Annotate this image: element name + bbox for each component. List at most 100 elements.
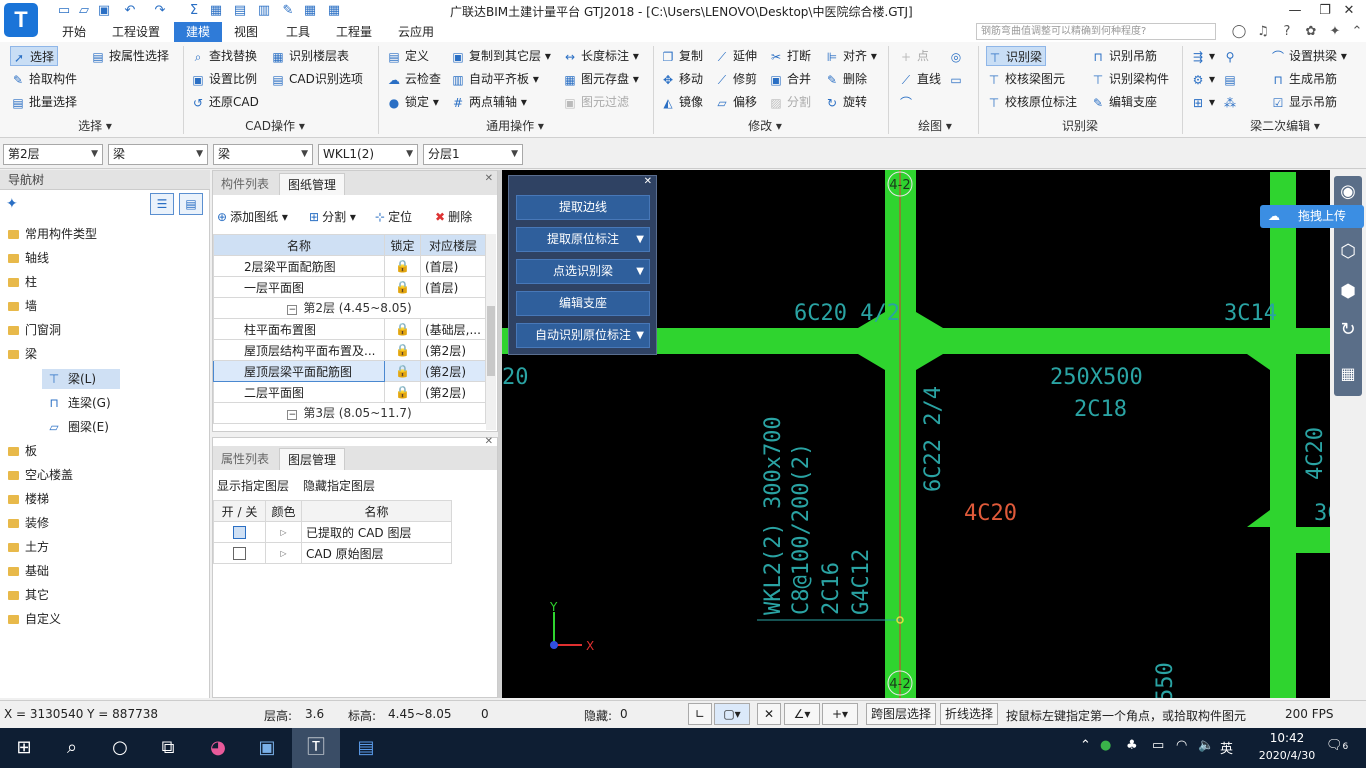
volume-icon[interactable]: 🔈 [1198, 738, 1214, 753]
delete-drawing-button[interactable]: ✖ 删除 [435, 207, 472, 227]
sum-icon[interactable]: Σ [186, 3, 202, 19]
task-view-icon[interactable]: ⧉ [144, 728, 192, 768]
tool-b-button[interactable]: ⚲ [1222, 46, 1241, 66]
snap-mode-icon[interactable]: ▢▾ [714, 703, 750, 725]
nav-item[interactable]: 梁 [8, 344, 37, 364]
generate-hanger-button[interactable]: ⊓ 生成吊筋 [1270, 69, 1337, 89]
collapse-icon[interactable]: − [287, 305, 298, 315]
circle-button[interactable]: ◎ [948, 46, 967, 66]
cad-text-6c22[interactable]: 6C22 2/4 [921, 386, 946, 492]
cortana-icon[interactable]: ○ [96, 728, 144, 768]
nav-item[interactable]: 空心楼盖 [8, 465, 73, 485]
ime-indicator[interactable]: 英 [1220, 738, 1233, 757]
recognize-hanger-button[interactable]: ⊓ 识别吊筋 [1090, 46, 1157, 66]
group-modify-label[interactable]: 修改 ▾ [735, 118, 795, 134]
check-beam-element-button[interactable]: ⊤ 校核梁图元 [986, 69, 1065, 89]
edit-support-button[interactable]: ✎ 编辑支座 [1090, 92, 1157, 112]
search-icon[interactable]: ⌕ [48, 728, 96, 768]
show-hanger-button[interactable]: ☑ 显示吊筋 [1270, 92, 1337, 112]
table-group-row[interactable]: − 第2层 (4.45~8.05) [213, 297, 486, 319]
auto-recognize-label-button[interactable]: 自动识别原位标注 ▼ [516, 323, 650, 348]
cad-text-4c20-right[interactable]: 4C20 [1303, 427, 1328, 480]
line-button[interactable]: ⟋ 直线 [898, 69, 941, 89]
table-row[interactable]: 二层平面图 🔒 (第2层) [213, 381, 486, 403]
merge-button[interactable]: ▣ 合并 [768, 69, 811, 89]
table-row[interactable]: 一层平面图 🔒 (首层) [213, 276, 486, 298]
cross-layer-select-button[interactable]: 跨图层选择 [866, 703, 937, 725]
report-icon[interactable]: ▥ [256, 3, 272, 19]
tab-component-list[interactable]: 构件列表 [213, 173, 278, 195]
pick-component-button[interactable]: ✎ 拾取构件 [10, 69, 77, 89]
nav-item[interactable]: 装修 [8, 513, 49, 533]
nav-item[interactable]: 轴线 [8, 248, 49, 268]
layer-checkbox[interactable] [233, 526, 246, 539]
cad-text-4c20[interactable]: 4C20 [964, 501, 1017, 526]
cad-text-2c18[interactable]: 2C18 [1074, 397, 1127, 422]
cad-text-wkl2[interactable]: WKL2(2) 300x700 [761, 416, 786, 615]
beam-horizontal-right[interactable] [1270, 527, 1330, 553]
show-layer-button[interactable]: 显示指定图层 [217, 476, 289, 496]
component-select[interactable]: WKL1(2) ▼ [318, 144, 418, 165]
sparkle-icon[interactable]: ✦ [6, 196, 18, 212]
recognize-floor-table-button[interactable]: ▦ 识别楼层表 [270, 46, 349, 66]
close-icon[interactable]: ✕ [485, 173, 493, 184]
table-row[interactable]: ▷ 已提取的 CAD 图层 [213, 521, 452, 543]
cad-text-3c14[interactable]: 3C14 [1224, 301, 1277, 326]
col-lock[interactable]: 锁定 [384, 234, 421, 256]
lock-icon[interactable]: 🔒 [384, 339, 421, 361]
cad-text-g4c12[interactable]: G4C12 [849, 549, 874, 615]
menu-tools[interactable]: 工具 [278, 22, 318, 42]
pen-icon[interactable]: ✎ [280, 3, 296, 19]
nav-sub-beam[interactable]: ⊤ 梁(L) [42, 369, 120, 389]
lock-icon[interactable]: 🔒 [384, 276, 421, 298]
notification-icon[interactable]: 🗨6 [1326, 738, 1348, 753]
beam-vertical-right[interactable] [1270, 172, 1296, 698]
length-dimension-button[interactable]: ↔ 长度标注 ▾ [562, 46, 639, 66]
nav-item[interactable]: 土方 [8, 537, 49, 557]
split-button[interactable]: ▨ 分割 [768, 92, 811, 112]
menu-modeling[interactable]: 建模 [174, 22, 222, 42]
find-replace-button[interactable]: ⌕ 查找替换 [190, 46, 257, 66]
group-draw-label[interactable]: 绘图 ▾ [905, 118, 965, 134]
new-file-icon[interactable]: ▭ [56, 3, 72, 19]
grid2-icon[interactable]: ▦ [326, 3, 342, 19]
nav-item[interactable]: 常用构件类型 [8, 224, 97, 244]
move-button[interactable]: ✥ 移动 [660, 69, 703, 89]
menu-quantity[interactable]: 工程量 [328, 22, 380, 42]
undo-icon[interactable]: ↶ [122, 3, 138, 19]
bell-icon[interactable]: ♫ [1254, 23, 1272, 41]
extract-edge-button[interactable]: 提取边线 [516, 195, 650, 220]
polyline-select-button[interactable]: 折线选择 [940, 703, 999, 725]
grid-icon[interactable]: ▦ [208, 3, 224, 19]
batch-select-button[interactable]: ▤ 批量选择 [10, 92, 77, 112]
rotate-view-icon[interactable]: ↻ [1334, 316, 1362, 344]
rotate-button[interactable]: ↻ 旋转 [824, 92, 867, 112]
point-button[interactable]: + 点 [898, 46, 929, 66]
layer-select[interactable]: 分层1 ▼ [423, 144, 523, 165]
user-icon[interactable]: ◯ [1230, 23, 1248, 41]
offset-button[interactable]: ▱ 偏移 [714, 92, 757, 112]
set-arch-beam-button[interactable]: ⌒ 设置拱梁 ▾ [1270, 46, 1347, 66]
lock-icon[interactable]: 🔒 [384, 318, 421, 340]
angle-icon[interactable]: ∠▾ [784, 703, 820, 725]
globe-icon[interactable]: ◉ [1334, 178, 1362, 206]
trim-button[interactable]: ⟋ 修剪 [714, 69, 757, 89]
define-button[interactable]: ▤ 定义 [386, 46, 429, 66]
lock-icon[interactable]: 🔒 [384, 381, 421, 403]
col-name[interactable]: 名称 [213, 234, 385, 256]
clock-date[interactable]: 2020/4/30 [1256, 749, 1318, 762]
nav-sub-ring-beam[interactable]: ▱ 圈梁(E) [42, 417, 109, 437]
open-folder-icon[interactable]: ▱ [76, 3, 92, 19]
other-app-icon[interactable]: ▤ [342, 728, 390, 768]
qq-icon[interactable]: ♣ [1126, 738, 1138, 753]
cad-text-2c16[interactable]: 2C16 [819, 562, 844, 615]
nav-item[interactable]: 板 [8, 441, 37, 461]
type-select[interactable]: 梁 ▼ [213, 144, 313, 165]
break-button[interactable]: ✂ 打断 [768, 46, 811, 66]
table-row[interactable]: ▷ CAD 原始图层 [213, 542, 452, 564]
list-view-icon[interactable]: ☰ [150, 193, 174, 215]
scrollbar-thumb[interactable] [487, 306, 495, 376]
gtj-app-icon[interactable]: 🅃 [292, 728, 340, 768]
nav-item[interactable]: 墙 [8, 296, 37, 316]
save-element-button[interactable]: ▦ 图元存盘 ▾ [562, 69, 639, 89]
